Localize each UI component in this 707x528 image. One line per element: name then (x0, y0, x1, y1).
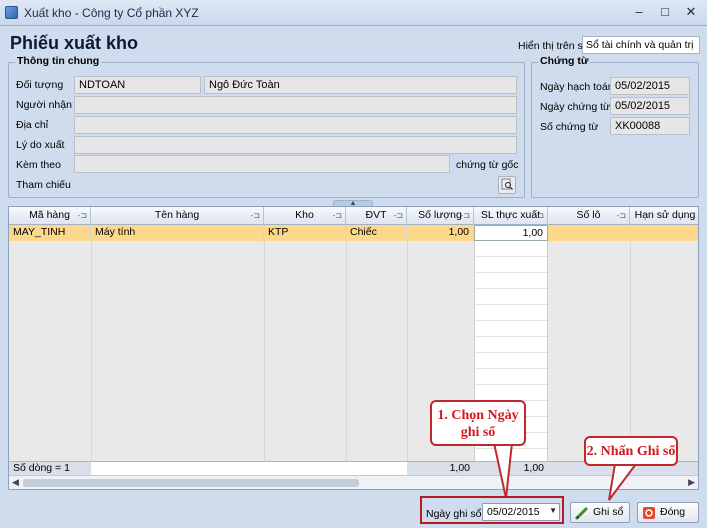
posting-date-field[interactable]: 05/02/2015 (610, 77, 690, 95)
footer-actual-total: 1,00 (523, 462, 544, 474)
dropdown-arrow-icon[interactable]: ▼ (549, 506, 557, 515)
callout-step1: 1. Chọn Ngày ghi sổ (430, 400, 526, 446)
cell-item-code[interactable]: MAY_TINH (9, 225, 91, 241)
receiver-field[interactable] (74, 96, 517, 114)
orig-doc-label: chứng từ gốc (456, 159, 519, 171)
cell-warehouse[interactable]: KTP (264, 225, 346, 241)
minimize-button[interactable]: – (628, 3, 650, 21)
cell-expiry[interactable] (630, 225, 698, 241)
col-header-expiry[interactable]: Hạn sử dụng (630, 207, 698, 225)
cell-lot[interactable] (548, 225, 630, 241)
row-count: Số dòng = 1 (13, 462, 70, 474)
search-document-icon[interactable] (498, 176, 516, 194)
callout-step2: 2. Nhấn Ghi sổ (584, 436, 678, 466)
voucher-title: Chứng từ (538, 55, 591, 67)
close-button[interactable]: Đóng (637, 502, 699, 523)
app-icon (5, 6, 18, 19)
record-date-label: Ngày ghi sổ (426, 508, 482, 520)
footer-qty-total: 1,00 (449, 462, 470, 474)
object-code-field[interactable]: NDTOAN (74, 76, 201, 94)
display-on-label: Hiển thị trên sổ (518, 40, 589, 52)
voucher-date-field[interactable]: 05/02/2015 (610, 97, 690, 115)
window-title: Xuất kho - Công ty Cổ phần XYZ (24, 6, 199, 20)
footer-blank (91, 462, 407, 475)
horizontal-scrollbar[interactable]: ◀ ▶ (9, 475, 698, 489)
voucher-date-label: Ngày chứng từ (540, 101, 611, 113)
col-header-item-code[interactable]: Mã hàng -⊐ (9, 207, 91, 225)
posting-date-label: Ngày hạch toán (540, 81, 614, 93)
page-title: Phiếu xuất kho (10, 33, 139, 53)
col-header-warehouse[interactable]: Kho -⊐ (264, 207, 346, 225)
col-header-quantity[interactable]: Số lượng -⊐ (407, 207, 474, 225)
scroll-thumb[interactable] (23, 479, 359, 487)
maximize-button[interactable]: □ (654, 3, 676, 21)
general-info-title: Thông tin chung (15, 55, 102, 67)
attach-label: Kèm theo (16, 159, 61, 171)
record-date-picker[interactable]: 05/02/2015 ▼ (482, 503, 560, 521)
post-button[interactable]: Ghi sổ (570, 502, 630, 523)
cell-item-name[interactable]: Máy tính (91, 225, 264, 241)
post-button-label: Ghi sổ (593, 506, 624, 518)
object-label: Đối tượng (16, 79, 64, 91)
title-bar: Xuất kho - Công ty Cổ phần XYZ – □ ✕ (0, 0, 707, 26)
reason-label: Lý do xuất (16, 139, 65, 151)
col-header-item-name[interactable]: Tên hàng -⊐ (91, 207, 264, 225)
scroll-right-icon[interactable]: ▶ (688, 477, 695, 488)
attach-field[interactable] (74, 155, 450, 173)
object-name-field[interactable]: Ngô Đức Toàn (204, 76, 517, 94)
voucher-no-label: Số chứng từ (540, 121, 599, 133)
grid-header: Mã hàng -⊐ Tên hàng -⊐ Kho -⊐ ĐVT -⊐ Số lượn… (9, 207, 698, 225)
col-header-lot[interactable]: Số lô -⊐ (548, 207, 630, 225)
voucher-no-field[interactable]: XK00088 (610, 117, 690, 135)
address-field[interactable] (74, 116, 517, 134)
close-button-label: Đóng (660, 506, 686, 518)
cell-actual-qty[interactable]: 1,00 (474, 225, 548, 241)
close-window-button[interactable]: ✕ (680, 3, 702, 21)
reason-field[interactable] (74, 136, 517, 154)
scroll-left-icon[interactable]: ◀ (12, 477, 19, 488)
col-header-actual-qty[interactable]: SL thực xuất -⊐ (474, 207, 548, 225)
cell-unit[interactable]: Chiếc (346, 225, 407, 241)
display-on-select[interactable]: Sổ tài chính và quản trị (582, 36, 700, 54)
receiver-label: Người nhận (16, 99, 72, 111)
pencil-icon (575, 506, 589, 520)
table-row[interactable]: MAY_TINH Máy tính KTP Chiếc 1,00 1,00 (9, 225, 698, 241)
reference-label: Tham chiếu (16, 179, 71, 191)
address-label: Địa chỉ (16, 119, 49, 131)
cell-quantity[interactable]: 1,00 (407, 225, 474, 241)
col-header-unit[interactable]: ĐVT -⊐ (346, 207, 407, 225)
exit-icon (642, 506, 656, 520)
record-date-value: 05/02/2015 (487, 506, 540, 518)
